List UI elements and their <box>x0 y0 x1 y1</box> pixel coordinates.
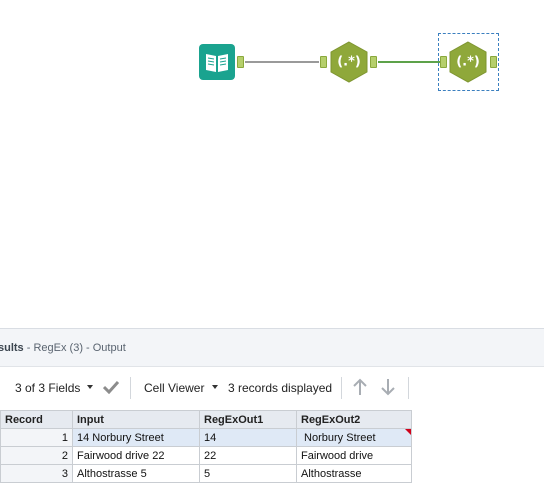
results-title: sults - RegEx (3) - Output <box>0 342 126 354</box>
check-icon[interactable] <box>103 380 119 394</box>
arrow-down-icon[interactable] <box>380 378 396 396</box>
fields-dropdown[interactable]: 3 of 3 Fields <box>15 381 80 395</box>
results-grid: Record Input RegExOut1 RegExOut2 1 14 No… <box>0 410 412 483</box>
regex1-input-anchor[interactable] <box>320 56 327 68</box>
results-panel: sults - RegEx (3) - Output 3 of 3 Fields… <box>0 328 544 485</box>
regex-tool-1-label: (.*) <box>337 54 361 70</box>
regex2-output-anchor[interactable] <box>490 56 497 68</box>
cell-viewer-dropdown[interactable]: Cell Viewer <box>144 381 204 395</box>
regexout2-cell[interactable]: Fairwood drive <box>296 446 412 465</box>
table-row[interactable]: 2 Fairwood drive 22 22 Fairwood drive <box>0 446 412 465</box>
results-toolbar: 3 of 3 Fields Cell Viewer 3 records disp… <box>0 368 544 406</box>
column-header-regexout1[interactable]: RegExOut1 <box>199 410 297 429</box>
toolbar-divider <box>408 377 409 399</box>
cell-viewer-caret-icon[interactable] <box>212 385 218 389</box>
table-row[interactable]: 1 14 Norbury Street 14 Norbury Street <box>0 428 412 447</box>
arrow-up-icon[interactable] <box>352 378 368 396</box>
regex-tool-1[interactable]: (.*) <box>329 41 369 83</box>
connection-input-to-regex1[interactable] <box>245 61 319 63</box>
grid-header-row: Record Input RegExOut1 RegExOut2 <box>0 410 412 429</box>
results-title-rest: - RegEx (3) - Output <box>23 342 126 354</box>
column-header-regexout2[interactable]: RegExOut2 <box>296 410 412 429</box>
column-header-record[interactable]: Record <box>0 410 73 429</box>
fields-dropdown-caret-icon[interactable] <box>87 385 93 389</box>
connection-regex1-to-regex2[interactable] <box>378 61 440 63</box>
input-tool-output-anchor[interactable] <box>237 56 244 68</box>
regex-tool-2[interactable]: (.*) <box>448 41 488 83</box>
regex-tool-2-label: (.*) <box>456 54 480 70</box>
input-cell[interactable]: Fairwood drive 22 <box>72 446 200 465</box>
regexout1-cell[interactable]: 14 <box>199 428 297 447</box>
regexout1-cell[interactable]: 22 <box>199 446 297 465</box>
table-row[interactable]: 3 Althostrasse 5 5 Althostrasse <box>0 464 412 483</box>
input-cell[interactable]: Althostrasse 5 <box>72 464 200 483</box>
record-number-cell[interactable]: 3 <box>0 464 73 483</box>
column-header-input[interactable]: Input <box>72 410 200 429</box>
record-number-cell[interactable]: 1 <box>0 428 73 447</box>
workflow-canvas[interactable]: (.*) (.*) <box>0 0 544 328</box>
regexout2-cell[interactable]: Althostrasse <box>296 464 412 483</box>
regexout2-cell[interactable]: Norbury Street <box>296 428 412 447</box>
results-title-prefix: sults <box>0 342 24 354</box>
input-data-tool[interactable] <box>199 44 235 80</box>
book-icon <box>199 44 235 80</box>
input-cell[interactable]: 14 Norbury Street <box>72 428 200 447</box>
results-title-bar: sults - RegEx (3) - Output <box>0 329 544 367</box>
record-number-cell[interactable]: 2 <box>0 446 73 465</box>
toolbar-divider <box>130 377 131 399</box>
regex2-input-anchor[interactable] <box>440 56 447 68</box>
toolbar-divider <box>341 377 342 399</box>
regex1-output-anchor[interactable] <box>370 56 377 68</box>
records-displayed-label: 3 records displayed <box>228 381 333 395</box>
regexout1-cell[interactable]: 5 <box>199 464 297 483</box>
